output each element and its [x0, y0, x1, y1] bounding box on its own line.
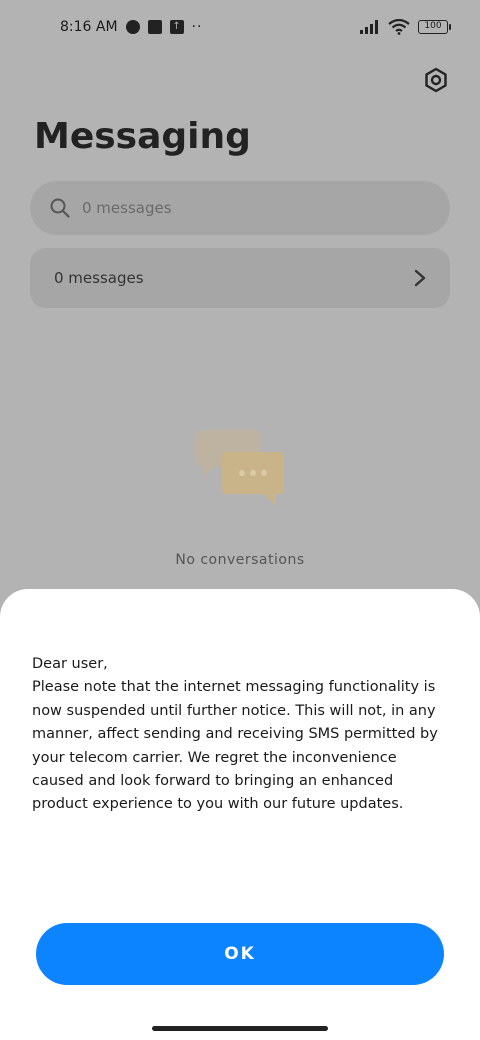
home-indicator[interactable]	[152, 1026, 328, 1031]
ok-button[interactable]: OK	[36, 923, 444, 985]
battery-icon: 100	[418, 20, 451, 34]
search-bar[interactable]	[30, 181, 450, 235]
gear-icon	[425, 67, 447, 93]
search-input[interactable]	[82, 199, 382, 217]
dialog-greeting: Dear user,	[32, 656, 108, 672]
status-left: 8:16 AM ↑ ··	[60, 19, 202, 35]
signal-icon	[360, 20, 378, 34]
page-title: Messaging	[34, 116, 251, 157]
search-icon	[50, 198, 70, 218]
notification-square-icon	[147, 20, 162, 34]
more-notifications-icon: ··	[191, 19, 203, 35]
dialog-body: Please note that the internet messaging …	[32, 679, 438, 813]
chevron-right-icon	[414, 269, 426, 287]
status-right: 100	[360, 19, 451, 35]
settings-button[interactable]	[420, 64, 452, 96]
messages-row[interactable]: 0 messages	[30, 248, 450, 308]
notification-app-icon	[125, 20, 140, 34]
messages-row-label: 0 messages	[54, 269, 144, 287]
upload-icon: ↑	[169, 20, 184, 34]
status-bar: 8:16 AM ↑ ·· 100	[0, 0, 480, 54]
status-time: 8:16 AM	[60, 19, 118, 35]
wifi-icon	[388, 19, 410, 35]
empty-conversations-illustration	[196, 430, 284, 506]
empty-state-text: No conversations	[175, 552, 305, 568]
notice-dialog: Dear user, Please note that the internet…	[0, 589, 480, 1040]
dialog-message: Dear user, Please note that the internet…	[32, 653, 452, 817]
